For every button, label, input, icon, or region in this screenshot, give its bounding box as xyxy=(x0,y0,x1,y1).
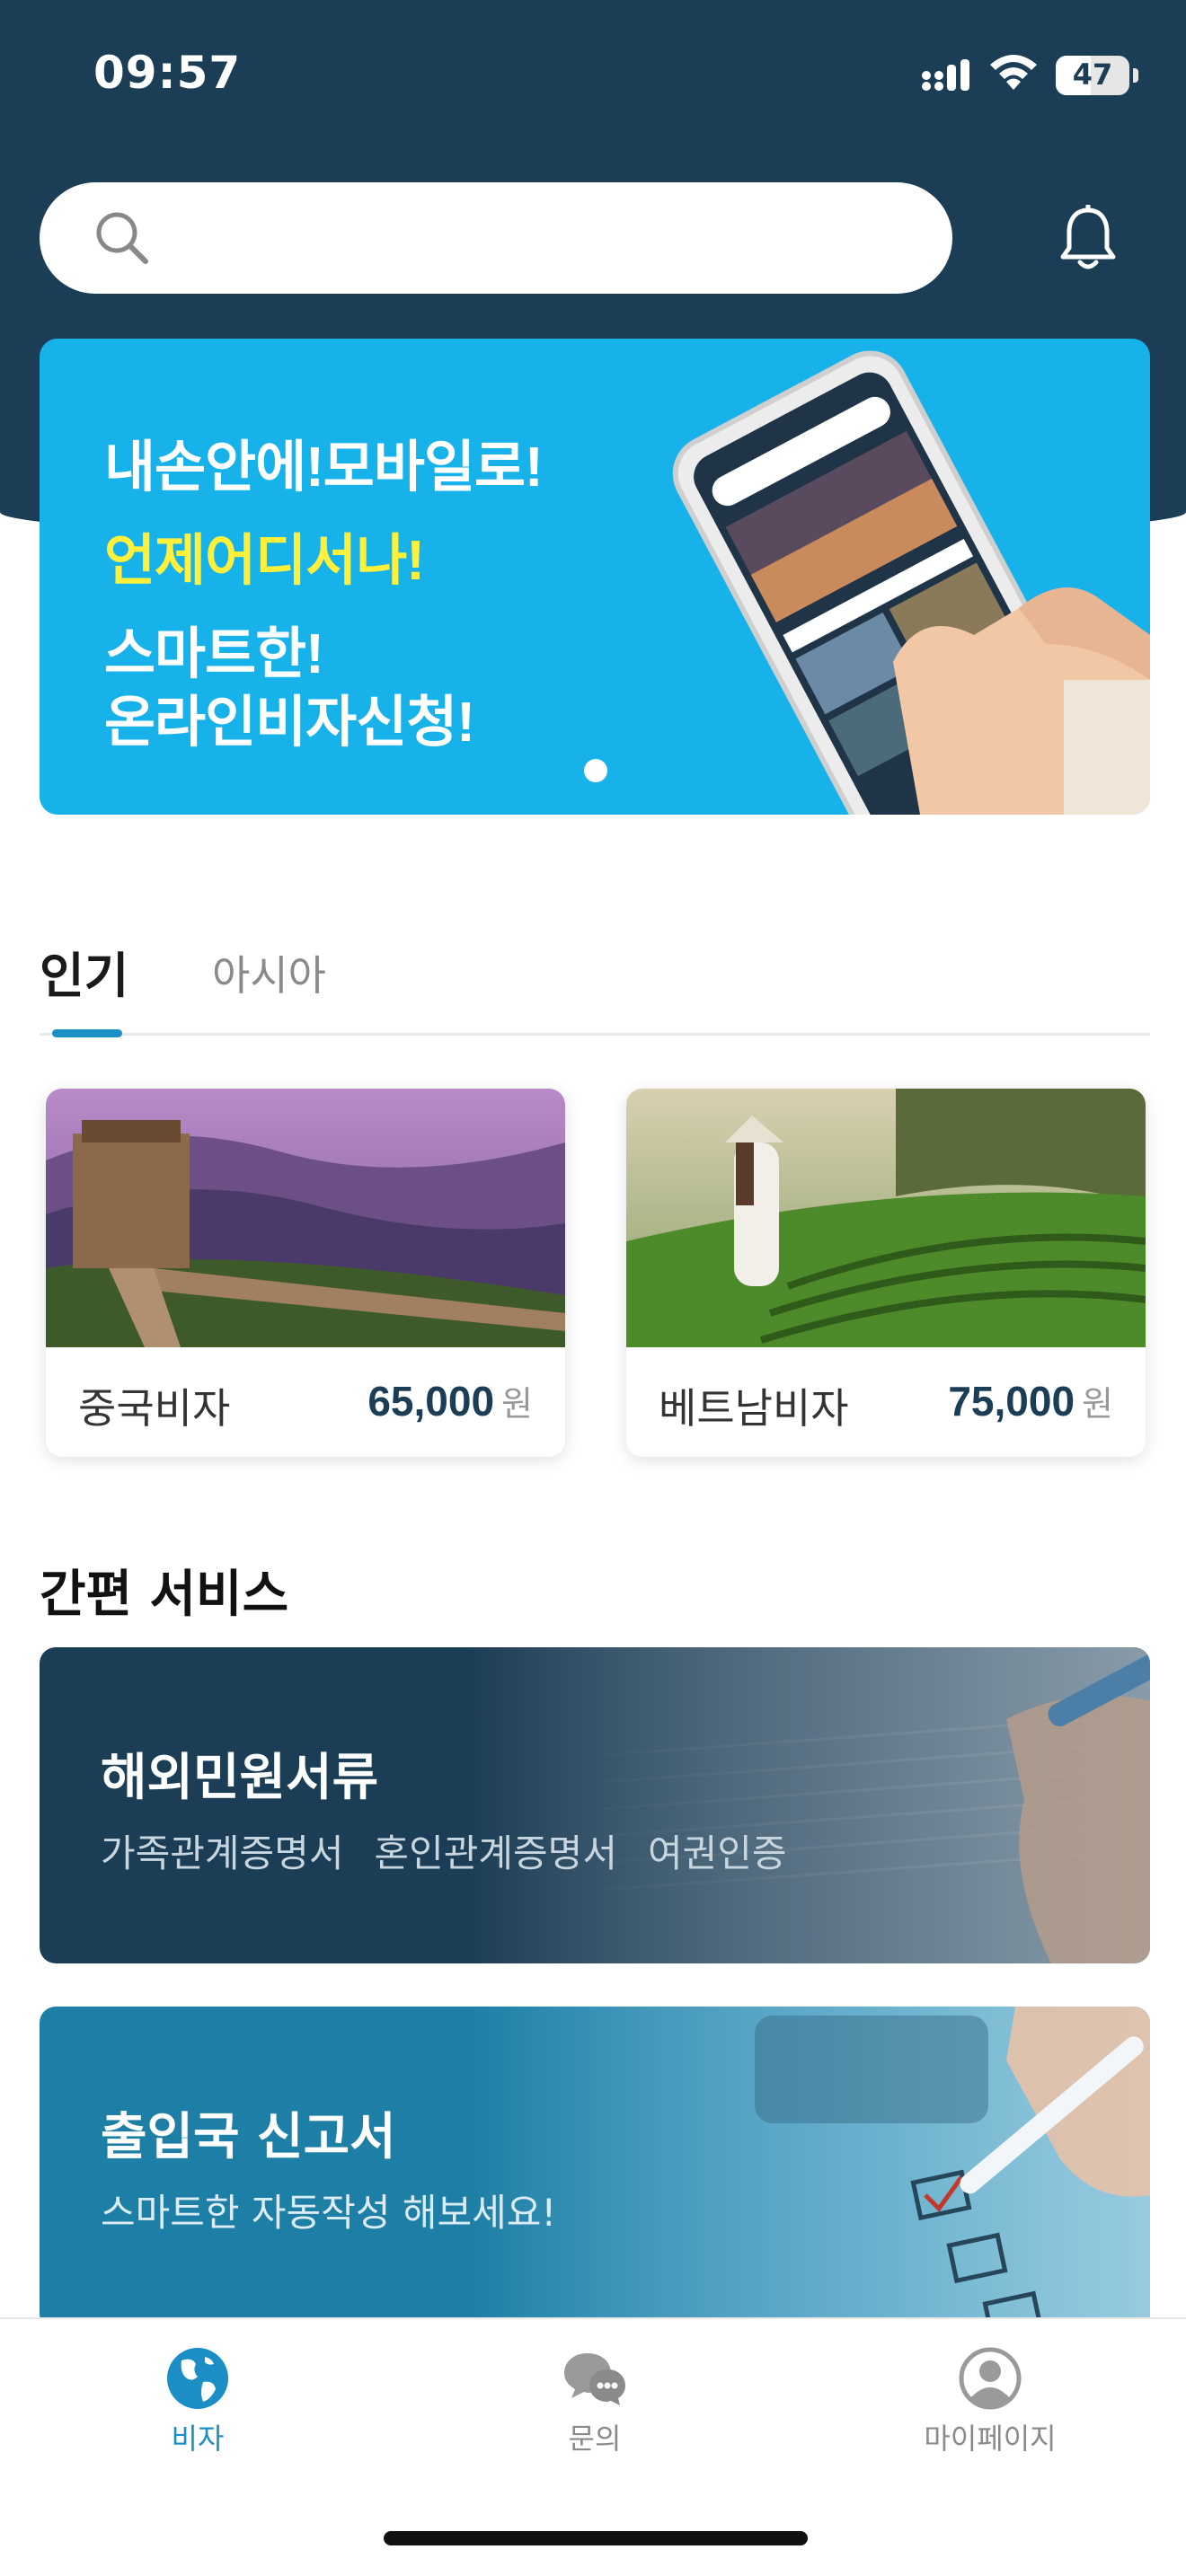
nav-item-visa[interactable]: 비자 xyxy=(90,2346,305,2457)
tab-popular[interactable]: 인기 xyxy=(40,936,128,1007)
claim-form-illustration xyxy=(467,1647,1150,1963)
visa-price: 65,000 원 xyxy=(367,1378,533,1425)
user-circle-icon xyxy=(959,2347,1022,2410)
service-title: 출입국 신고서 xyxy=(101,2108,396,2166)
search-icon xyxy=(96,212,148,264)
service-tag: 가족관계증명서 xyxy=(101,1831,344,1875)
visa-card-china[interactable]: 중국비자 65,000 원 xyxy=(46,1089,565,1457)
search-bar[interactable] xyxy=(40,182,952,294)
status-bar: 09:57 47 xyxy=(0,0,1186,153)
service-card-overseas-documents[interactable]: 해외민원서류 가족관계증명서 혼인관계증명서 여권인증 xyxy=(40,1647,1150,1963)
active-tab-indicator xyxy=(52,1029,122,1037)
service-subtitle: 스마트한 자동작성 해보세요! xyxy=(101,2191,557,2235)
home-indicator xyxy=(384,2531,808,2545)
nav-item-mypage[interactable]: 마이페이지 xyxy=(882,2346,1098,2457)
bell-icon[interactable] xyxy=(1058,205,1118,273)
service-tag: 여권인증 xyxy=(647,1831,787,1875)
visa-price: 75,000 원 xyxy=(948,1378,1113,1425)
great-wall-image xyxy=(46,1089,565,1347)
promo-banner[interactable]: 내손안에!모바일로! 언제어디서나! 스마트한! 온라인비자신청! xyxy=(40,339,1150,815)
battery-icon: 47 xyxy=(1056,56,1138,95)
service-title: 해외민원서류 xyxy=(101,1749,379,1807)
tab-divider xyxy=(40,1033,1150,1036)
search-input[interactable] xyxy=(174,200,911,276)
status-time: 09:57 xyxy=(93,47,242,99)
nav-item-inquiry[interactable]: 문의 xyxy=(487,2346,703,2457)
banner-line-1: 내손안에!모바일로! xyxy=(104,437,544,498)
vietnam-tea-field-image xyxy=(626,1089,1146,1347)
tab-asia[interactable]: 아시아 xyxy=(212,943,326,1002)
phone-in-hand-illustration xyxy=(672,350,1150,815)
visa-name: 중국비자 xyxy=(78,1384,231,1433)
checklist-illustration xyxy=(467,2007,1150,2330)
nav-label: 비자 xyxy=(171,2422,225,2456)
banner-line-2: 언제어디서나! xyxy=(104,530,425,592)
nav-label: 마이페이지 xyxy=(924,2422,1057,2456)
service-tag: 혼인관계증명서 xyxy=(374,1831,617,1875)
nav-label: 문의 xyxy=(568,2422,622,2456)
battery-level-text: 47 xyxy=(1072,57,1113,92)
globe-icon xyxy=(167,2348,228,2409)
section-title-services: 간편 서비스 xyxy=(40,1566,289,1624)
visa-name: 베트남비자 xyxy=(659,1384,849,1433)
category-tabs: 인기 아시아 xyxy=(40,925,1150,1042)
signal-icon xyxy=(922,59,969,91)
chat-bubbles-icon xyxy=(564,2353,625,2405)
service-card-immigration-form[interactable]: 출입국 신고서 스마트한 자동작성 해보세요! xyxy=(40,2007,1150,2330)
wifi-icon xyxy=(990,55,1037,90)
visa-card-vietnam[interactable]: 베트남비자 75,000 원 xyxy=(626,1089,1146,1457)
banner-line-4: 온라인비자신청! xyxy=(104,692,475,754)
service-tags: 가족관계증명서 혼인관계증명서 여권인증 xyxy=(101,1823,818,1878)
carousel-indicator-dot[interactable] xyxy=(584,759,607,782)
